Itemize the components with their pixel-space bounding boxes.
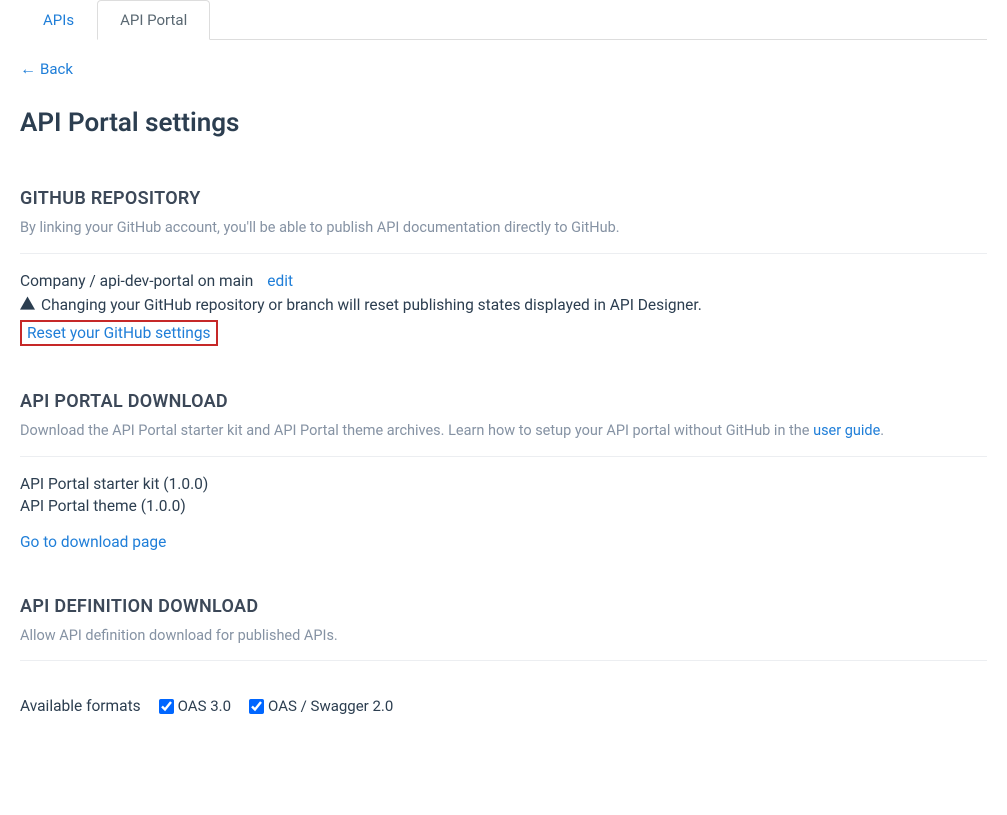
github-reset-link[interactable]: Reset your GitHub settings <box>20 320 218 346</box>
tab-apis[interactable]: APIs <box>20 0 97 40</box>
user-guide-link[interactable]: user guide <box>813 422 880 439</box>
github-repo-line: Company / api-dev-portal on main edit <box>20 272 987 290</box>
download-item-theme: API Portal theme (1.0.0) <box>20 497 987 515</box>
github-repo-text: Company / api-dev-portal on main <box>20 272 253 290</box>
format-oas3-group: OAS 3.0 <box>159 697 231 715</box>
download-page-link[interactable]: Go to download page <box>20 533 166 551</box>
available-formats-label: Available formats <box>20 697 141 715</box>
back-link-label: Back <box>40 60 73 78</box>
github-warning-text: Changing your GitHub repository or branc… <box>41 296 702 314</box>
definition-section-desc: Allow API definition download for publis… <box>20 625 987 662</box>
download-items-list: API Portal starter kit (1.0.0) API Porta… <box>20 475 987 515</box>
page-title: API Portal settings <box>20 108 987 138</box>
download-desc-prefix: Download the API Portal starter kit and … <box>20 422 813 439</box>
format-oas2-checkbox[interactable] <box>249 699 264 714</box>
definition-section-title: API DEFINITION DOWNLOAD <box>20 596 987 617</box>
format-oas3-label[interactable]: OAS 3.0 <box>178 697 231 715</box>
download-item-starter: API Portal starter kit (1.0.0) <box>20 475 987 493</box>
github-section-title: GITHUB REPOSITORY <box>20 188 987 209</box>
download-desc-suffix: . <box>880 422 884 439</box>
warning-icon <box>20 296 35 314</box>
tab-api-portal[interactable]: API Portal <box>97 0 210 40</box>
github-warning-line: Changing your GitHub repository or branc… <box>20 296 987 314</box>
api-definition-download-section: API DEFINITION DOWNLOAD Allow API defini… <box>20 596 987 716</box>
github-section-desc: By linking your GitHub account, you'll b… <box>20 217 987 254</box>
tabs-bar: APIs API Portal <box>20 0 987 40</box>
api-portal-download-section: API PORTAL DOWNLOAD Download the API Por… <box>20 391 987 551</box>
format-oas3-checkbox[interactable] <box>159 699 174 714</box>
download-section-title: API PORTAL DOWNLOAD <box>20 391 987 412</box>
format-oas2-label[interactable]: OAS / Swagger 2.0 <box>268 697 393 715</box>
arrow-left-icon: ← <box>20 61 36 77</box>
back-link[interactable]: ← Back <box>20 60 73 78</box>
github-edit-link[interactable]: edit <box>267 272 293 290</box>
formats-row: Available formats OAS 3.0 OAS / Swagger … <box>20 679 987 715</box>
github-repository-section: GITHUB REPOSITORY By linking your GitHub… <box>20 188 987 346</box>
download-section-desc: Download the API Portal starter kit and … <box>20 420 987 457</box>
format-oas2-group: OAS / Swagger 2.0 <box>249 697 393 715</box>
